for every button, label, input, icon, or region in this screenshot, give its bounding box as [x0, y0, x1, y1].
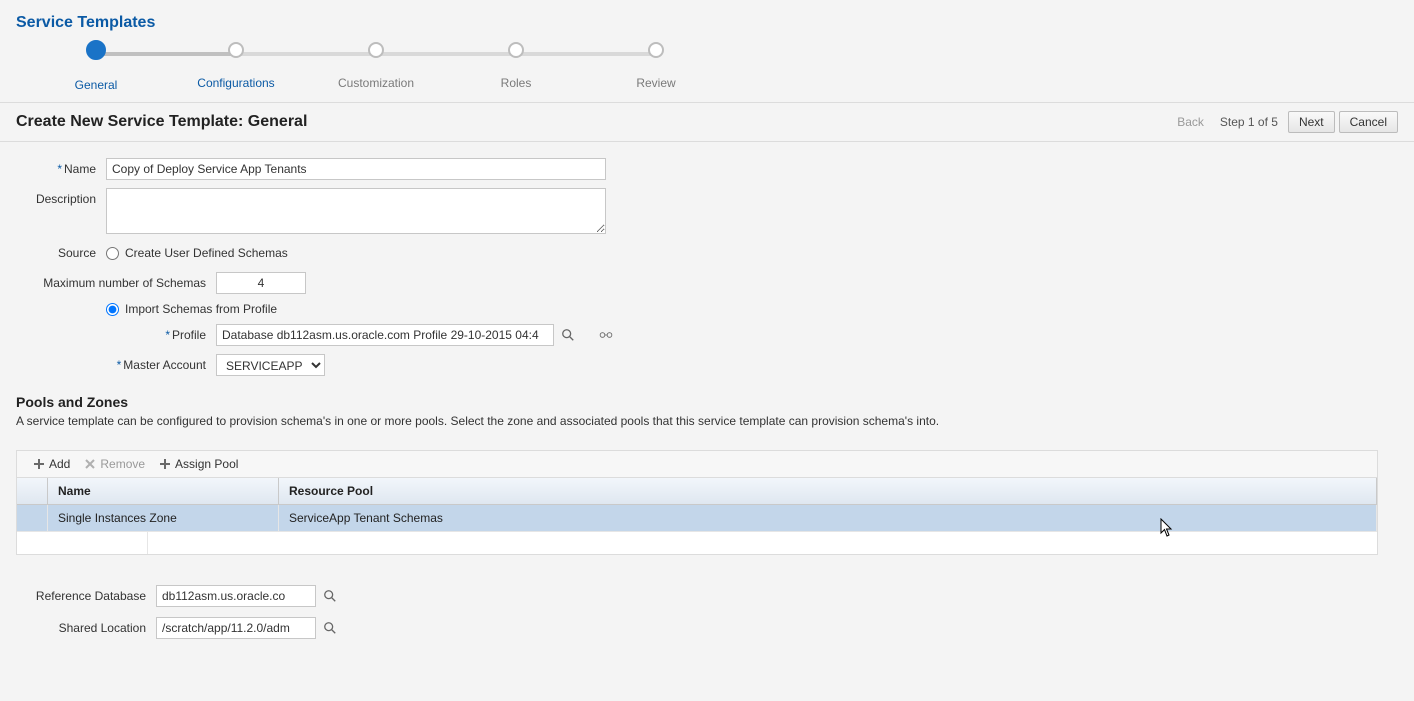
x-icon [84, 458, 96, 470]
row-selector-cell[interactable] [17, 505, 48, 532]
step-roles[interactable]: Roles [466, 42, 566, 90]
master-account-label: *Master Account [16, 358, 216, 372]
col-resource-pool[interactable]: Resource Pool [279, 478, 1377, 505]
step-dot-icon [228, 42, 244, 58]
page-root: Service Templates General Configurations… [0, 0, 1414, 701]
step-configurations[interactable]: Configurations [186, 42, 286, 90]
cell-name: Single Instances Zone [48, 505, 279, 532]
search-icon[interactable] [320, 586, 340, 606]
radio-import-profile[interactable]: Import Schemas from Profile [106, 302, 277, 316]
row-name: *Name [16, 158, 1398, 180]
pools-table: Add Remove Assign Pool Name Resource Poo… [16, 450, 1378, 555]
next-button[interactable]: Next [1288, 111, 1335, 133]
grid-footer [17, 531, 1377, 554]
page-title: Service Templates [16, 14, 1398, 32]
radio-create-label: Create User Defined Schemas [125, 246, 288, 260]
assign-pool-button[interactable]: Assign Pool [159, 457, 238, 471]
plus-icon [159, 458, 171, 470]
back-button: Back [1167, 112, 1214, 132]
pools-title: Pools and Zones [16, 394, 1398, 410]
wizard-stepper: General Configurations Customization Rol… [76, 40, 1378, 100]
reference-database-label: Reference Database [16, 589, 156, 603]
row-master-account: *Master Account SERVICEAPP [16, 354, 1398, 376]
header: Service Templates General Configurations… [0, 0, 1414, 100]
plus-icon [33, 458, 45, 470]
step-indicator: Step 1 of 5 [1220, 115, 1278, 129]
profile-input[interactable] [216, 324, 554, 346]
step-general[interactable]: General [46, 42, 146, 92]
step-dot-icon [368, 42, 384, 58]
step-review[interactable]: Review [606, 42, 706, 90]
titlebar: Create New Service Template: General Bac… [0, 103, 1414, 142]
row-source: Source Create User Defined Schemas [16, 242, 1398, 264]
row-reference-database: Reference Database [16, 585, 1398, 607]
step-dot-icon [648, 42, 664, 58]
add-button[interactable]: Add [33, 457, 70, 471]
row-shared-location: Shared Location [16, 617, 1398, 639]
radio-create-input[interactable] [106, 247, 119, 260]
max-schemas-label: Maximum number of Schemas [16, 276, 216, 290]
max-schemas-input[interactable] [216, 272, 306, 294]
radio-import-label: Import Schemas from Profile [125, 302, 277, 316]
row-profile: *Profile [16, 324, 1398, 346]
stepper-track [94, 52, 1378, 56]
search-icon[interactable] [320, 618, 340, 638]
glasses-icon[interactable] [596, 325, 616, 345]
pools-description: A service template can be configured to … [16, 414, 1398, 428]
step-label: Review [606, 76, 706, 90]
profile-label: *Profile [16, 328, 216, 342]
radio-import-input[interactable] [106, 303, 119, 316]
cancel-button[interactable]: Cancel [1339, 111, 1398, 133]
add-label: Add [49, 457, 70, 471]
assign-label: Assign Pool [175, 457, 238, 471]
description-label: Description [16, 188, 106, 210]
search-icon[interactable] [558, 325, 578, 345]
step-customization[interactable]: Customization [326, 42, 426, 90]
row-selector-header[interactable] [17, 478, 48, 505]
step-label: Configurations [186, 76, 286, 90]
shared-location-input[interactable] [156, 617, 316, 639]
reference-database-input[interactable] [156, 585, 316, 607]
col-name[interactable]: Name [48, 478, 279, 505]
master-account-select[interactable]: SERVICEAPP [216, 354, 325, 376]
source-label: Source [16, 242, 106, 264]
name-label: *Name [16, 158, 106, 180]
remove-button[interactable]: Remove [84, 457, 145, 471]
name-input[interactable] [106, 158, 606, 180]
shared-location-label: Shared Location [16, 621, 156, 635]
row-source-import: Import Schemas from Profile [16, 302, 1398, 316]
remove-label: Remove [100, 457, 145, 471]
description-input[interactable] [106, 188, 606, 234]
content-scroll[interactable]: *Name Description Source Create User Def… [0, 150, 1398, 701]
content-title: Create New Service Template: General [16, 113, 307, 131]
row-max-schemas: Maximum number of Schemas [16, 272, 1398, 294]
step-label: Customization [326, 76, 426, 90]
step-label: General [46, 78, 146, 92]
step-dot-icon [508, 42, 524, 58]
radio-create-schemas[interactable]: Create User Defined Schemas [106, 246, 288, 260]
pools-grid: Name Resource Pool Single Instances Zone… [17, 478, 1377, 531]
cell-pool: ServiceApp Tenant Schemas [279, 505, 1377, 532]
table-row[interactable]: Single Instances Zone ServiceApp Tenant … [17, 505, 1377, 532]
pools-toolbar: Add Remove Assign Pool [17, 451, 1377, 478]
step-label: Roles [466, 76, 566, 90]
row-description: Description [16, 188, 1398, 234]
step-dot-icon [86, 40, 106, 60]
